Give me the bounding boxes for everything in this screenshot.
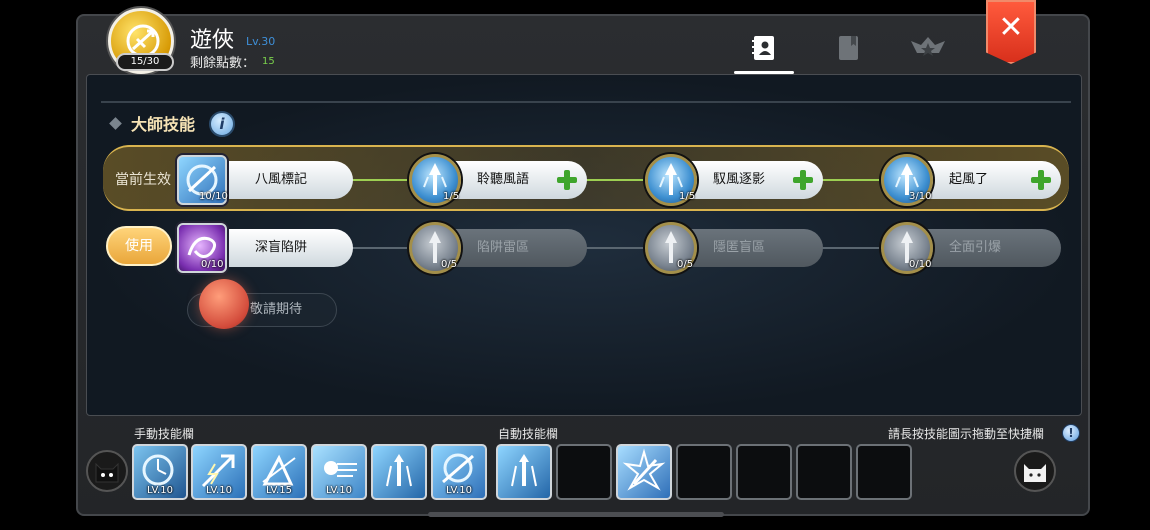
white-cat-icon	[1024, 464, 1046, 482]
slot-level: LV.10	[206, 485, 232, 496]
skill-name: 八風標記	[255, 172, 308, 187]
skill-name: 起風了	[949, 172, 989, 187]
plus-icon[interactable]	[1031, 170, 1051, 190]
manual-slot-1[interactable]: LV.10	[132, 444, 188, 500]
auto-skill-bar-label: 自動技能欄	[498, 427, 559, 441]
skill-name: 馭風逐影	[713, 172, 766, 187]
multi-arrow-icon	[511, 454, 537, 487]
avatar-left[interactable]	[86, 450, 128, 492]
skill-name: 聆聽風語	[477, 172, 530, 187]
auto-slot-3[interactable]	[616, 444, 672, 500]
section-title: 大師技能	[131, 115, 196, 134]
close-icon: ✕	[998, 9, 1024, 45]
slot-level: LV.15	[266, 485, 292, 496]
class-name: 遊俠	[190, 28, 235, 53]
auto-slot-2[interactable]	[556, 444, 612, 500]
class-level: Lv.30	[246, 35, 276, 48]
skill-level: 0/5	[441, 259, 458, 270]
skill-level: 3/10	[909, 191, 932, 202]
points-label: 剩餘點數：	[190, 56, 256, 71]
manual-slot-3[interactable]: LV.15	[251, 444, 307, 500]
slot-level: LV.10	[326, 485, 352, 496]
info-icon[interactable]: i	[209, 111, 235, 137]
slot-level: LV.10	[147, 485, 173, 496]
plus-icon[interactable]	[557, 170, 577, 190]
header: 15/30 遊俠 Lv.30 剩餘點數： 15 ✕	[78, 0, 1088, 76]
auto-slot-5[interactable]	[736, 444, 792, 500]
skill-level: 1/5	[443, 191, 460, 202]
auto-slot-7[interactable]	[856, 444, 912, 500]
skill-pill[interactable]: 深盲陷阱	[205, 229, 353, 267]
manual-skill-bar-label: 手動技能欄	[134, 427, 195, 441]
tab-crest[interactable]	[898, 28, 958, 68]
manual-slot-5[interactable]	[371, 444, 427, 500]
skill-name: 全面引爆	[949, 240, 1002, 255]
book-icon	[839, 36, 858, 60]
crest-star-icon	[911, 37, 945, 56]
master-skills-panel: 大師技能 i 當前生效 八風標記 10/10 聆聽風語 1/5 馭風逐影 1/5…	[86, 74, 1082, 416]
black-cat-icon	[95, 462, 119, 483]
skill-level: 0/5	[677, 259, 694, 270]
skills-window: 15/30 遊俠 Lv.30 剩餘點數： 15 ✕ 大師技能 i 當前生效 八風…	[76, 0, 1090, 516]
tab-book[interactable]	[818, 28, 878, 68]
skill-level: 10/10	[199, 191, 228, 202]
skill-name: 深盲陷阱	[255, 240, 308, 255]
home-indicator[interactable]	[428, 512, 724, 517]
close-button[interactable]: ✕	[986, 0, 1036, 64]
hint-info-icon[interactable]: !	[1062, 424, 1080, 442]
multi-arrow-icon	[386, 454, 412, 487]
pet-mascot-icon	[199, 279, 249, 329]
row-label-active: 當前生效	[115, 172, 171, 188]
manual-slot-6[interactable]: LV.10	[431, 444, 487, 500]
skill-name: 隱匿盲區	[713, 240, 766, 255]
skill-level: 0/10	[201, 259, 224, 270]
auto-slot-6[interactable]	[796, 444, 852, 500]
skill-name: 陷阱雷區	[477, 240, 530, 255]
skill-level: 0/10	[909, 259, 932, 270]
plus-icon[interactable]	[793, 170, 813, 190]
manual-slot-4[interactable]: LV.10	[311, 444, 367, 500]
burst-arrow-icon	[622, 448, 666, 491]
divider	[101, 101, 1071, 103]
use-button[interactable]: 使用	[106, 226, 172, 266]
auto-slot-1[interactable]	[496, 444, 552, 500]
profile-book-icon	[752, 36, 774, 60]
diamond-icon	[109, 117, 122, 130]
manual-slot-2[interactable]: LV.10	[191, 444, 247, 500]
drag-hint: 請長按技能圖示拖動至快捷欄	[888, 427, 1045, 441]
auto-slot-4[interactable]	[676, 444, 732, 500]
emblem-count: 15/30	[116, 53, 174, 71]
slot-level: LV.10	[446, 485, 472, 496]
skill-level: 1/5	[679, 191, 696, 202]
avatar-right[interactable]	[1014, 450, 1056, 492]
tab-profile[interactable]	[734, 28, 794, 74]
points-value: 15	[262, 56, 275, 67]
